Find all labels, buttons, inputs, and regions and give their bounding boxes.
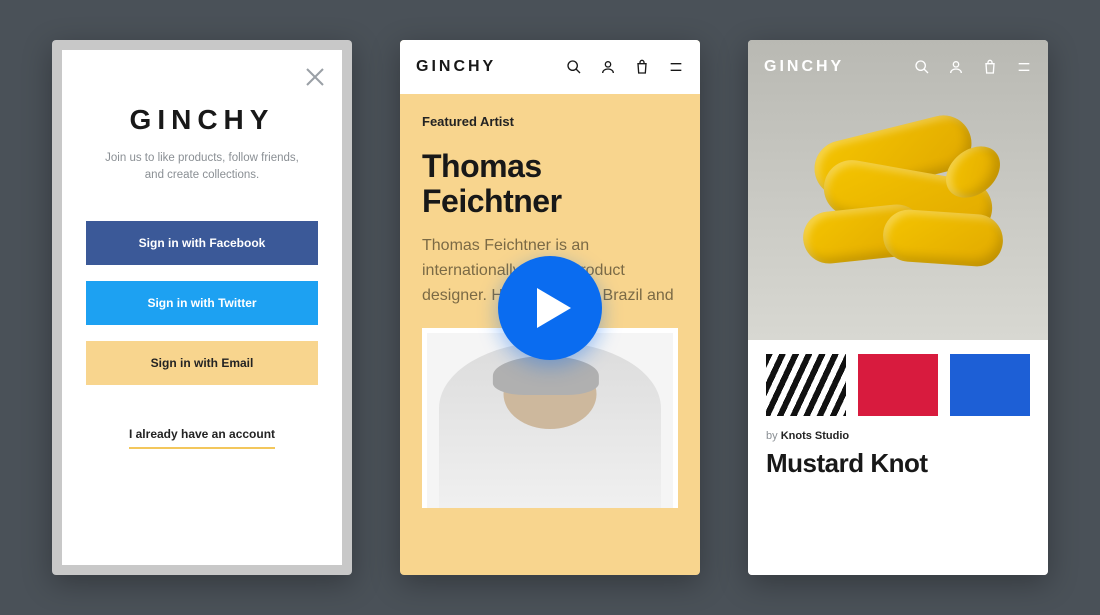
signin-tagline: Join us to like products, follow friends… [97,150,307,185]
product-byline: by Knots Studio [766,430,1030,442]
menu-icon[interactable] [668,59,684,75]
swatch-red[interactable] [858,354,938,416]
signin-twitter-button[interactable]: Sign in with Twitter [86,281,318,325]
account-icon[interactable] [600,59,616,75]
already-have-account-link[interactable]: I already have an account [129,427,275,449]
close-icon[interactable] [304,66,326,93]
search-icon[interactable] [914,59,930,75]
swatch-stripe[interactable] [766,354,846,416]
signin-card: GINCHY Join us to like products, follow … [62,50,342,565]
signin-facebook-button[interactable]: Sign in with Facebook [86,221,318,265]
brand-logo: GINCHY [130,104,275,136]
brand-logo[interactable]: GINCHY [416,58,496,76]
knot-image [793,120,1003,280]
search-icon[interactable] [566,59,582,75]
color-swatches [748,340,1048,416]
brand-logo[interactable]: GINCHY [764,58,844,76]
artist-name: Thomas Feichtner [422,149,678,218]
bag-icon[interactable] [982,59,998,75]
bag-icon[interactable] [634,59,650,75]
swatch-blue[interactable] [950,354,1030,416]
signin-screen: GINCHY Join us to like products, follow … [52,40,352,575]
product-screen: GINCHY by Knots Studio Mustard Knot [748,40,1048,575]
play-button[interactable] [498,256,602,360]
header-bar: GINCHY [400,40,700,94]
header-bar: GINCHY [748,40,1048,94]
featured-artist-label: Featured Artist [422,114,678,129]
menu-icon[interactable] [1016,59,1032,75]
account-icon[interactable] [948,59,964,75]
product-title: Mustard Knot [766,448,1030,479]
signin-email-button[interactable]: Sign in with Email [86,341,318,385]
